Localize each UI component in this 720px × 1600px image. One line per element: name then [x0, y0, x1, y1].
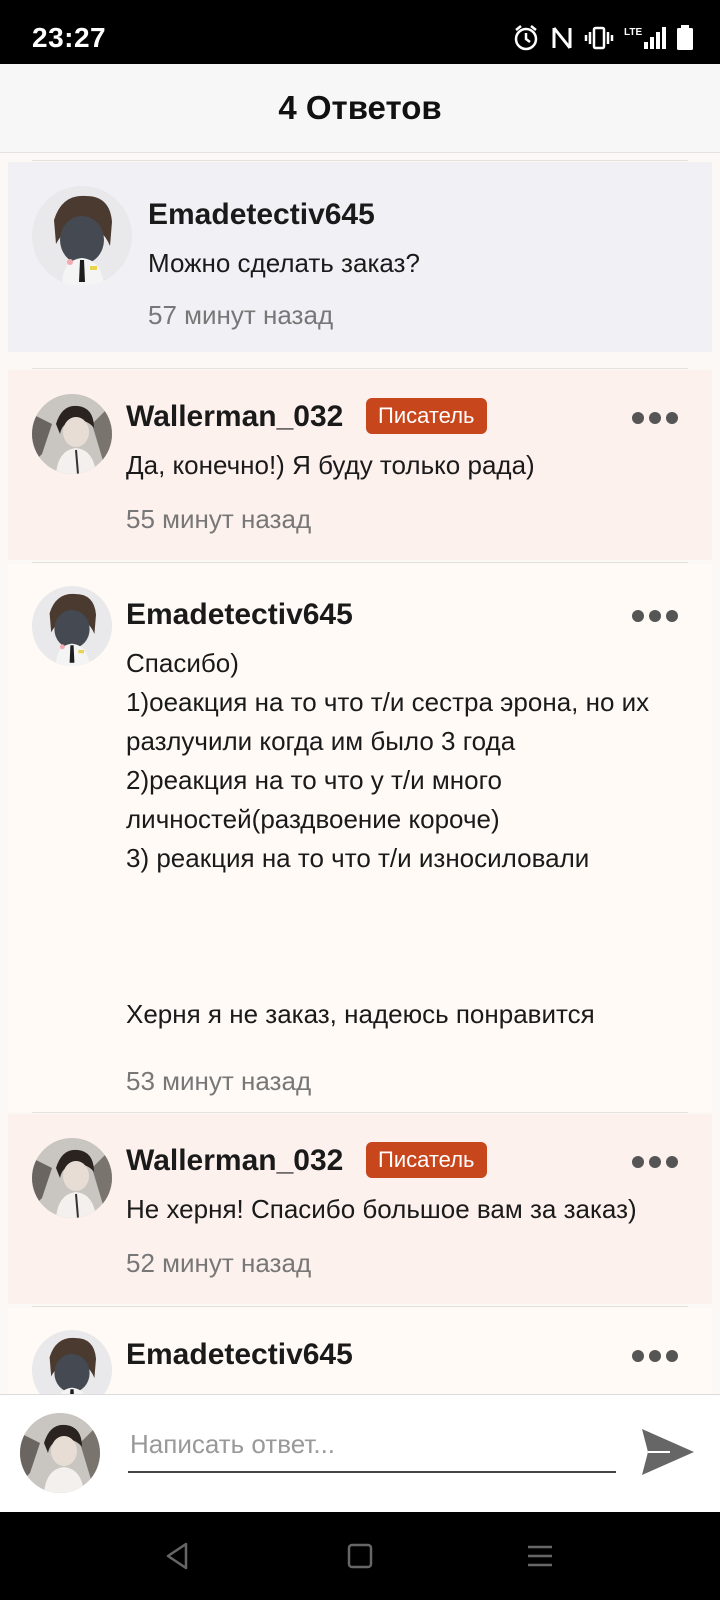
status-bar: 23:27 LTE — [0, 0, 720, 64]
divider — [32, 160, 688, 161]
nfc-icon — [552, 27, 572, 49]
status-icons: LTE — [512, 24, 694, 52]
comment-time: 55 минут назад — [126, 504, 312, 534]
divider — [32, 562, 688, 563]
comment-author[interactable]: Wallerman_032 — [126, 1144, 343, 1178]
alarm-icon — [514, 25, 538, 51]
home-icon[interactable] — [344, 1540, 376, 1572]
comment-time: 57 минут назад — [148, 300, 334, 330]
avatar-image — [32, 1330, 112, 1394]
more-options-icon[interactable] — [632, 408, 678, 428]
avatar-image — [20, 1413, 100, 1493]
page-title: 4 Ответов — [278, 89, 442, 126]
comment-text: Можно сделать заказ? — [148, 248, 420, 278]
avatar[interactable] — [32, 394, 112, 474]
comment-author[interactable]: Emadetectiv645 — [126, 598, 353, 632]
avatar[interactable] — [32, 186, 132, 286]
more-options-icon[interactable] — [632, 1346, 678, 1366]
comment-author[interactable]: Emadetectiv645 — [148, 198, 375, 232]
comment-author[interactable]: Emadetectiv645 — [126, 1338, 353, 1372]
system-nav-bar — [0, 1512, 720, 1600]
current-user-avatar — [20, 1413, 100, 1493]
reply-item: Wallerman_032 Писатель Да, конечно!) Я б… — [8, 370, 712, 560]
comment-text: Да, конечно!) Я буду только рада) — [126, 450, 535, 480]
more-options-icon[interactable] — [632, 606, 678, 626]
reply-input[interactable] — [128, 1417, 616, 1473]
reply-bar — [0, 1394, 720, 1513]
reply-item: Emadetectiv645 Спасибо) 1)оеакция на то … — [8, 564, 712, 1112]
divider — [32, 368, 688, 369]
recents-icon[interactable] — [524, 1540, 556, 1572]
comment-text: Не херня! Спасибо большое вам за заказ) — [126, 1194, 637, 1224]
comment-time: 52 минут назад — [126, 1248, 312, 1278]
avatar-image — [32, 186, 132, 286]
avatar-image — [32, 586, 112, 666]
page-header: 4 Ответов — [0, 64, 720, 153]
vibrate-icon — [584, 26, 614, 50]
lte-signal-icon: LTE — [624, 27, 666, 49]
reply-item: Wallerman_032 Писатель Не херня! Спасибо… — [8, 1114, 712, 1304]
comment-text: Спасибо) 1)оеакция на то что т/и сестра … — [126, 648, 650, 1029]
reply-item: Emadetectiv645 — [8, 1308, 712, 1394]
avatar-image — [32, 394, 112, 474]
divider — [32, 1306, 688, 1307]
more-options-icon[interactable] — [632, 1152, 678, 1172]
back-icon[interactable] — [162, 1540, 194, 1572]
avatar-image — [32, 1138, 112, 1218]
send-icon[interactable] — [640, 1425, 696, 1479]
battery-icon — [677, 25, 693, 50]
comment-author[interactable]: Wallerman_032 — [126, 400, 343, 434]
avatar[interactable] — [32, 1138, 112, 1218]
avatar[interactable] — [32, 586, 112, 666]
avatar[interactable] — [32, 1330, 112, 1394]
writer-badge: Писатель — [366, 398, 487, 434]
original-comment: Emadetectiv645 Можно сделать заказ? 57 м… — [8, 162, 712, 352]
svg-text:LTE: LTE — [624, 27, 642, 38]
comment-time: 53 минут назад — [126, 1066, 312, 1096]
status-time: 23:27 — [32, 22, 107, 53]
divider — [32, 1112, 688, 1113]
writer-badge: Писатель — [366, 1142, 487, 1178]
